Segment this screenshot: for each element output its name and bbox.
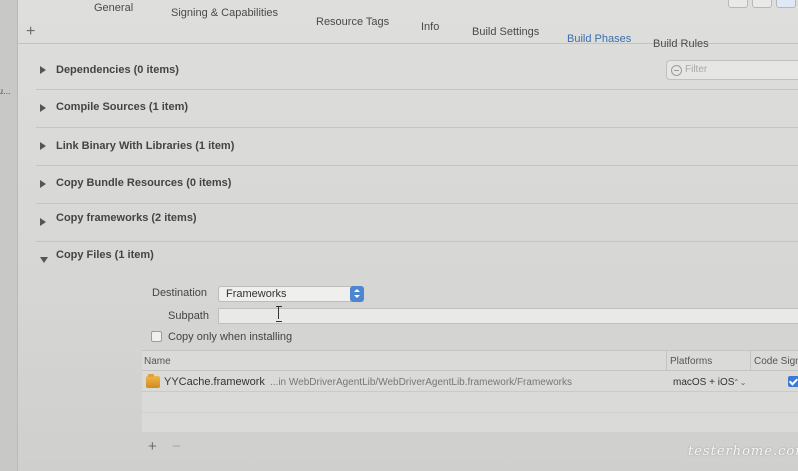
disclosure-triangle-icon[interactable] xyxy=(40,218,46,226)
phase-title: Copy frameworks (2 items) xyxy=(56,212,197,224)
copy-only-label: Copy only when installing xyxy=(168,331,293,343)
tab-general[interactable]: General xyxy=(94,2,133,14)
destination-value: Frameworks xyxy=(226,288,287,300)
xcode-build-phases-screen: u... General Signing & Capabilities Reso… xyxy=(0,0,798,471)
phase-title: Dependencies (0 items) xyxy=(56,64,179,76)
table-row[interactable]: YYCache.framework ...in WebDriverAgentLi… xyxy=(142,372,798,392)
text-cursor-icon xyxy=(276,306,282,322)
phase-compile-sources[interactable]: Compile Sources (1 item) xyxy=(36,90,798,128)
navigator-item[interactable]: u... xyxy=(0,86,18,102)
window-toolbar-buttons xyxy=(728,0,798,10)
disclosure-triangle-icon[interactable] xyxy=(40,180,46,188)
select-stepper-icon xyxy=(350,286,364,302)
destination-select[interactable]: Frameworks xyxy=(218,286,364,302)
chevron-updown-icon[interactable]: ⌃⌄ xyxy=(733,378,746,387)
disclosure-triangle-icon[interactable] xyxy=(40,142,46,150)
disclosure-triangle-open-icon[interactable] xyxy=(40,257,48,263)
editor-tab-bar: General Signing & Capabilities Resource … xyxy=(18,0,798,50)
add-target-button[interactable]: + xyxy=(26,24,35,40)
phase-dependencies[interactable]: Dependencies (0 items) xyxy=(36,52,798,90)
phase-link-binary[interactable]: Link Binary With Libraries (1 item) xyxy=(36,128,798,166)
destination-label: Destination xyxy=(152,287,208,299)
empty-row xyxy=(142,393,798,413)
column-header-code-sign[interactable]: Code Sign O xyxy=(754,356,798,367)
file-name: YYCache.framework xyxy=(164,376,265,388)
copy-only-checkbox[interactable] xyxy=(151,331,162,342)
tab-signing-capabilities[interactable]: Signing & Capabilities xyxy=(171,7,278,19)
column-divider[interactable] xyxy=(666,351,667,371)
empty-row xyxy=(142,413,798,433)
toolbar-button[interactable] xyxy=(728,0,748,8)
subpath-input[interactable] xyxy=(218,308,798,324)
disclosure-triangle-icon[interactable] xyxy=(40,104,46,112)
file-path: ...in WebDriverAgentLib/WebDriverAgentLi… xyxy=(270,377,572,388)
phase-copy-frameworks[interactable]: Copy frameworks (2 items) xyxy=(36,204,798,242)
tab-info[interactable]: Info xyxy=(421,21,439,33)
phase-title: Copy Bundle Resources (0 items) xyxy=(56,177,232,189)
column-header-platforms[interactable]: Platforms xyxy=(670,356,712,367)
phase-copy-bundle-resources[interactable]: Copy Bundle Resources (0 items) xyxy=(36,166,798,204)
toolbar-button[interactable] xyxy=(752,0,772,8)
phase-copy-files[interactable]: Copy Files (1 item) xyxy=(36,242,798,280)
column-divider[interactable] xyxy=(750,351,751,371)
phase-title: Copy Files (1 item) xyxy=(56,249,154,261)
table-header: Name Platforms Code Sign O xyxy=(142,351,798,371)
platforms-select[interactable]: macOS + iOS xyxy=(673,377,734,388)
column-header-name[interactable]: Name xyxy=(144,356,171,367)
phase-title: Compile Sources (1 item) xyxy=(56,101,189,113)
files-table: Name Platforms Code Sign O YYCache.frame… xyxy=(142,350,798,433)
code-sign-checkbox[interactable] xyxy=(788,376,798,387)
tab-build-rules[interactable]: Build Rules xyxy=(653,38,709,50)
phase-title: Link Binary With Libraries (1 item) xyxy=(56,140,235,152)
add-file-button[interactable]: + xyxy=(148,438,157,455)
tab-build-phases[interactable]: Build Phases xyxy=(567,33,631,45)
watermark-text: testerhome.com xyxy=(688,444,798,459)
tab-resource-tags[interactable]: Resource Tags xyxy=(316,16,389,28)
remove-file-button[interactable]: − xyxy=(172,438,181,455)
framework-icon xyxy=(146,374,160,388)
tab-build-settings[interactable]: Build Settings xyxy=(472,26,539,38)
toolbar-button[interactable] xyxy=(776,0,796,8)
project-navigator: u... xyxy=(0,0,18,471)
subpath-label: Subpath xyxy=(168,310,209,322)
disclosure-triangle-icon[interactable] xyxy=(40,66,46,74)
